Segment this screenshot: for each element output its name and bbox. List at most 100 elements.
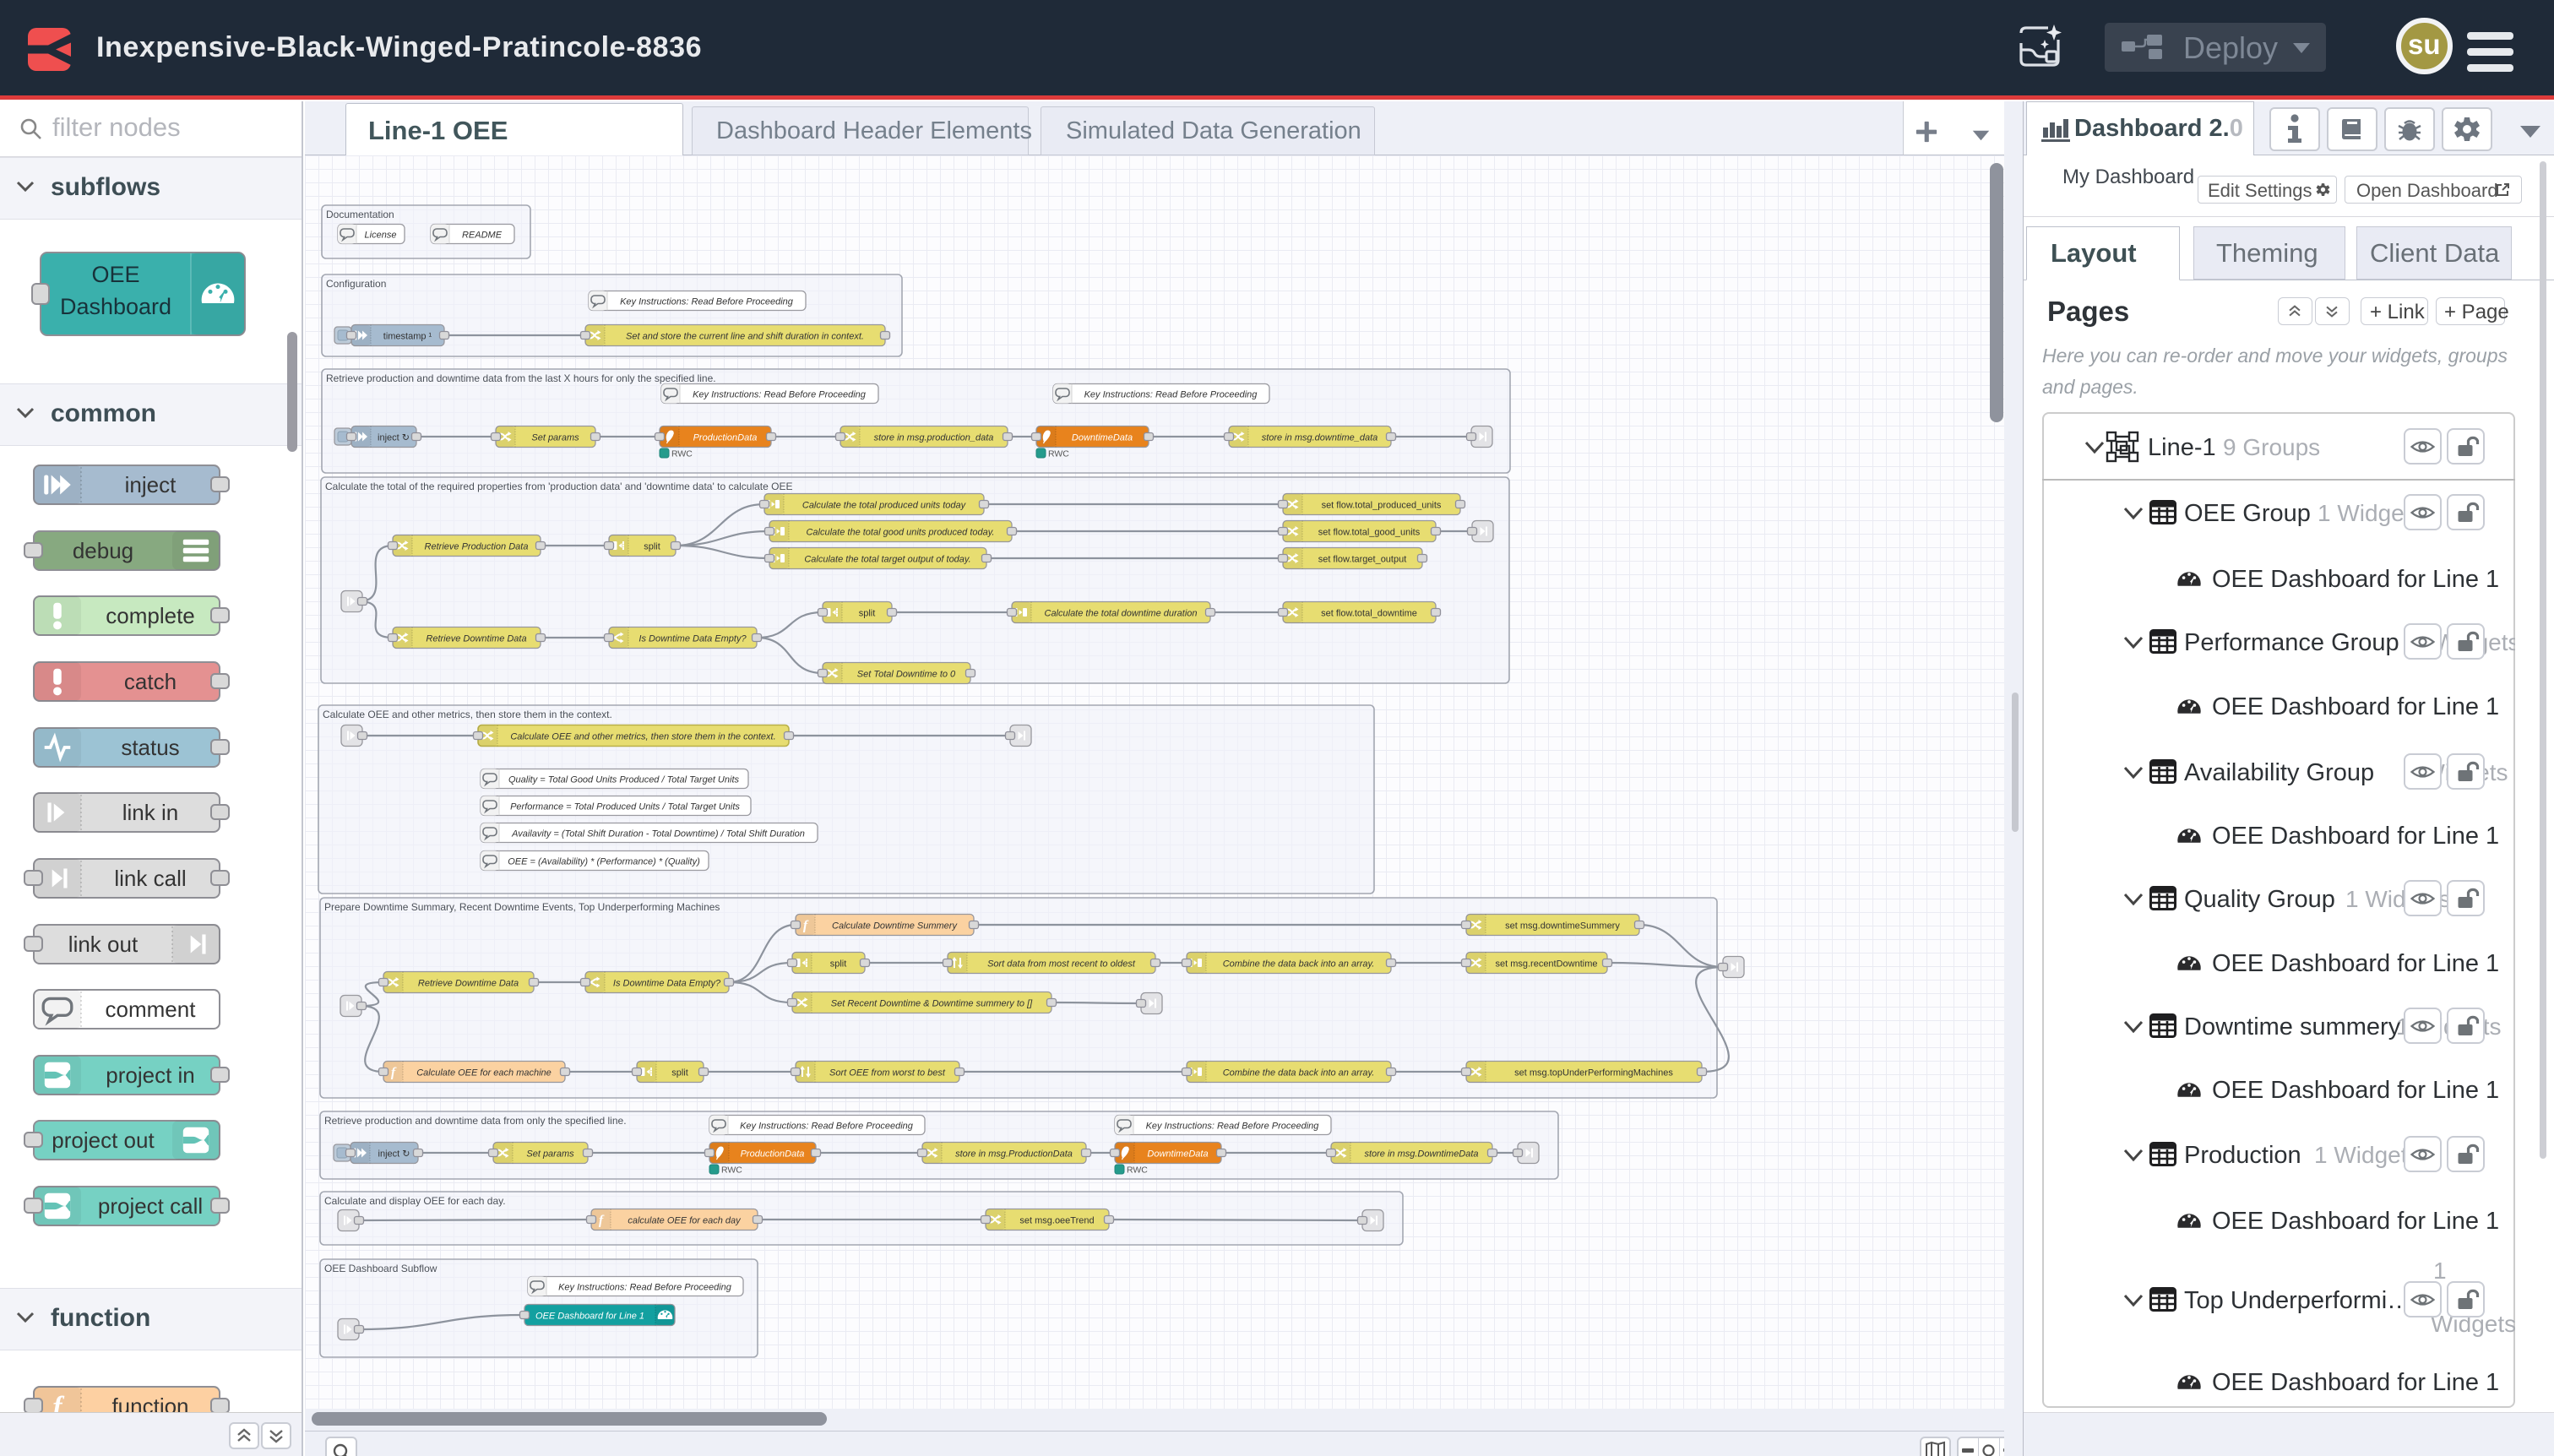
- svg-text:OEE Dashboard for Line 1: OEE Dashboard for Line 1: [2212, 950, 2499, 977]
- svg-text:Set params: Set params: [531, 433, 579, 443]
- svg-text:store in msg.production_data: store in msg.production_data: [874, 433, 994, 443]
- svg-text:store in msg.DowntimeData: store in msg.DowntimeData: [1364, 1149, 1478, 1160]
- svg-text:Set params: Set params: [526, 1149, 574, 1160]
- svg-text:RWC: RWC: [671, 449, 693, 459]
- svg-text:project call: project call: [98, 1193, 203, 1219]
- svg-text:License: License: [365, 231, 397, 241]
- svg-text:debug: debug: [73, 538, 133, 563]
- svg-text:OEE = (Availability) * (Perfor: OEE = (Availability) * (Performance) * (…: [508, 857, 700, 867]
- svg-text:Key Instructions: Read Before: Key Instructions: Read Before Proceeding: [1084, 390, 1258, 400]
- svg-text:OEE Dashboard for Line 1: OEE Dashboard for Line 1: [2212, 1369, 2499, 1396]
- svg-text:Sort data from most recent to: Sort data from most recent to oldest: [987, 959, 1136, 970]
- svg-text:README: README: [462, 231, 503, 241]
- svg-text:set msg.oeeTrend: set msg.oeeTrend: [1019, 1216, 1094, 1226]
- svg-text:OEE Dashboard for Line 1: OEE Dashboard for Line 1: [2212, 566, 2499, 593]
- svg-text:Availability Group: Availability Group: [2184, 759, 2374, 786]
- svg-text:OEE: OEE: [91, 262, 139, 287]
- svg-text:Calculate the total target out: Calculate the total target output of tod…: [804, 555, 970, 565]
- svg-text:Is Downtime Data Empty?: Is Downtime Data Empty?: [638, 634, 747, 644]
- svg-text:inject ↻: inject ↻: [378, 1149, 410, 1160]
- svg-text:Calculate and display OEE for: Calculate and display OEE for each day.: [324, 1195, 506, 1207]
- svg-text:Retrieve Downtime Data: Retrieve Downtime Data: [426, 634, 526, 644]
- svg-text:catch: catch: [124, 669, 177, 694]
- svg-text:OEE Dashboard Subflow: OEE Dashboard Subflow: [324, 1263, 437, 1274]
- svg-text:Production: Production: [2184, 1142, 2301, 1169]
- svg-text:calculate OEE for each day: calculate OEE for each day: [628, 1216, 742, 1226]
- svg-text:Calculate the total downtime d: Calculate the total downtime duration: [1045, 609, 1198, 619]
- svg-text:Set Recent Downtime & Downtime: Set Recent Downtime & Downtime summery t…: [831, 999, 1033, 1009]
- svg-text:OEE Dashboard for Line 1: OEE Dashboard for Line 1: [535, 1312, 644, 1322]
- svg-text:split: split: [644, 542, 660, 552]
- svg-text:1: 1: [2433, 1258, 2447, 1284]
- svg-text:Sort OEE from worst to best: Sort OEE from worst to best: [829, 1068, 946, 1078]
- svg-text:status: status: [121, 735, 179, 760]
- svg-text:OEE Dashboard for Line 1: OEE Dashboard for Line 1: [2212, 1208, 2499, 1235]
- svg-text:Performance = Total Produced U: Performance = Total Produced Units / Tot…: [510, 802, 740, 812]
- svg-text:OEE Dashboard for Line 1: OEE Dashboard for Line 1: [2212, 693, 2499, 720]
- svg-text:store in msg.downtime_data: store in msg.downtime_data: [1262, 433, 1378, 443]
- svg-text:OEE Group: OEE Group: [2184, 500, 2311, 527]
- svg-text:set flow.total_produced_units: set flow.total_produced_units: [1322, 501, 1442, 511]
- svg-text:inject: inject: [125, 472, 177, 497]
- svg-text:link call: link call: [114, 866, 186, 891]
- svg-text:Retrieve Production Data: Retrieve Production Data: [425, 542, 529, 552]
- svg-text:link in: link in: [122, 800, 178, 825]
- svg-text:Line-1: Line-1: [2148, 434, 2216, 461]
- svg-text:RWC: RWC: [1048, 449, 1069, 459]
- svg-text:DowntimeData: DowntimeData: [1147, 1149, 1208, 1160]
- svg-text:set msg.topUnderPerformingMach: set msg.topUnderPerformingMachines: [1514, 1068, 1673, 1078]
- svg-text:Calculate Downtime Summery: Calculate Downtime Summery: [832, 921, 958, 932]
- svg-text:RWC: RWC: [721, 1165, 742, 1176]
- svg-text:Retrieve production and downti: Retrieve production and downtime data fr…: [324, 1115, 627, 1127]
- svg-text:Key Instructions: Read Before: Key Instructions: Read Before Proceeding: [1146, 1122, 1320, 1132]
- svg-text:9 Groups: 9 Groups: [2223, 434, 2320, 460]
- svg-text:Downtime summery: Downtime summery: [2184, 1013, 2401, 1040]
- svg-text:timestamp ¹: timestamp ¹: [383, 332, 432, 342]
- svg-text:set flow.total_downtime: set flow.total_downtime: [1321, 609, 1417, 619]
- svg-text:set msg.downtimeSummery: set msg.downtimeSummery: [1505, 921, 1620, 932]
- svg-text:Dashboard: Dashboard: [60, 294, 171, 319]
- svg-text:Documentation: Documentation: [326, 209, 394, 220]
- svg-text:Combine the data back into an: Combine the data back into an array.: [1223, 959, 1375, 970]
- svg-text:Prepare Downtime Summary, Rece: Prepare Downtime Summary, Recent Downtim…: [324, 901, 720, 913]
- svg-text:Performance Group: Performance Group: [2184, 629, 2399, 656]
- svg-text:Calculate OEE for each machine: Calculate OEE for each machine: [416, 1068, 552, 1078]
- svg-text:RWC: RWC: [1127, 1165, 1148, 1176]
- svg-text:Combine the data back into an: Combine the data back into an array.: [1223, 1068, 1375, 1078]
- svg-text:OEE Dashboard for Line 1: OEE Dashboard for Line 1: [2212, 823, 2499, 850]
- svg-text:Is Downtime Data Empty?: Is Downtime Data Empty?: [613, 979, 721, 989]
- svg-text:project in: project in: [106, 1062, 195, 1088]
- svg-text:project out: project out: [52, 1127, 155, 1153]
- svg-text:Key Instructions: Read Before: Key Instructions: Read Before Proceeding: [740, 1122, 914, 1132]
- svg-text:Retrieve production and downti: Retrieve production and downtime data fr…: [326, 372, 716, 384]
- svg-text:set flow.total_good_units: set flow.total_good_units: [1318, 528, 1421, 538]
- svg-text:OEE Dashboard for Line 1: OEE Dashboard for Line 1: [2212, 1077, 2499, 1104]
- svg-text:complete: complete: [106, 603, 195, 628]
- svg-text:set msg.recentDowntime: set msg.recentDowntime: [1495, 959, 1597, 970]
- svg-text:1 Widgets: 1 Widgets: [2314, 1142, 2420, 1168]
- svg-text:Key Instructions: Read Before: Key Instructions: Read Before Proceeding: [693, 390, 867, 400]
- svg-text:split: split: [830, 959, 847, 970]
- svg-text:comment: comment: [106, 997, 197, 1022]
- svg-text:Calculate OEE and other metric: Calculate OEE and other metrics, then st…: [323, 709, 612, 720]
- svg-text:split: split: [859, 609, 876, 619]
- svg-text:Quality Group: Quality Group: [2184, 886, 2335, 913]
- svg-text:Set Total Downtime to 0: Set Total Downtime to 0: [857, 670, 956, 680]
- svg-text:ProductionData: ProductionData: [741, 1149, 805, 1160]
- svg-text:ProductionData: ProductionData: [693, 433, 758, 443]
- svg-text:link out: link out: [68, 932, 139, 957]
- svg-text:set flow.target_output: set flow.target_output: [1318, 555, 1407, 565]
- svg-text:Configuration: Configuration: [326, 278, 386, 290]
- svg-text:inject ↻: inject ↻: [378, 433, 410, 443]
- svg-text:Key Instructions: Read Before: Key Instructions: Read Before Proceeding: [620, 297, 794, 307]
- svg-text:DowntimeData: DowntimeData: [1072, 433, 1133, 443]
- svg-text:Calculate the total produced u: Calculate the total produced units today: [802, 501, 967, 511]
- svg-text:Key Instructions: Read Before: Key Instructions: Read Before Proceeding: [558, 1283, 732, 1293]
- svg-text:Quality = Total Good Units Pro: Quality = Total Good Units Produced / To…: [508, 775, 740, 785]
- svg-text:Calculate the total good units: Calculate the total good units produced …: [806, 528, 994, 538]
- svg-text:Top Underperformi…: Top Underperformi…: [2184, 1287, 2411, 1314]
- svg-text:Retrieve Downtime Data: Retrieve Downtime Data: [418, 979, 519, 989]
- svg-text:Calculate OEE and other metric: Calculate OEE and other metrics, then st…: [510, 732, 775, 742]
- svg-text:Set and store the current line: Set and store the current line and shift…: [626, 332, 864, 342]
- svg-text:Availavity = (Total Shift Dura: Availavity = (Total Shift Duration - Tot…: [511, 829, 805, 839]
